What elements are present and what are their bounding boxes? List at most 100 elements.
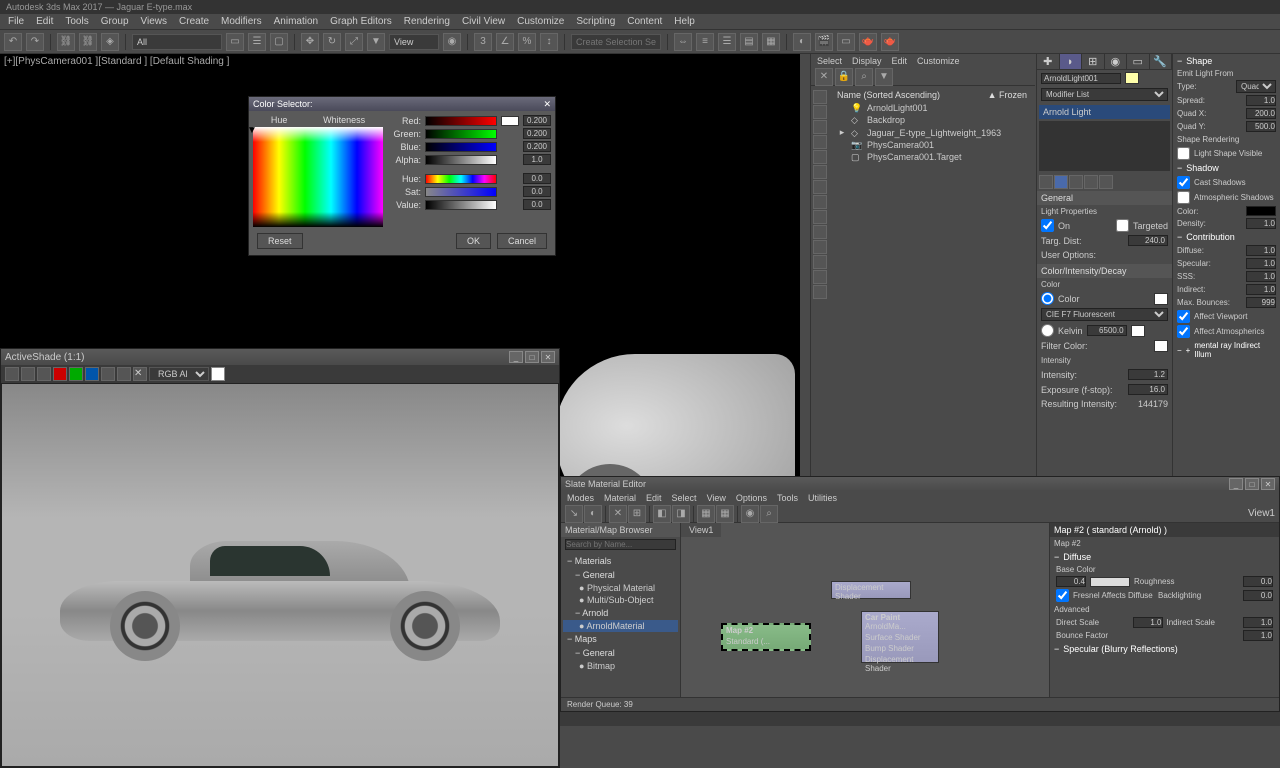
render-frame-icon[interactable]: ▭ <box>837 33 855 51</box>
object-color-swatch[interactable] <box>1125 72 1139 84</box>
materials-cat[interactable]: − Materials <box>563 554 678 568</box>
menu-help[interactable]: Help <box>674 16 695 27</box>
bitmap-item[interactable]: ● Bitmap <box>563 660 678 672</box>
snap-icon[interactable]: 3 <box>474 33 492 51</box>
phys-mat-item[interactable]: ● Physical Material <box>563 582 678 594</box>
assign-icon[interactable]: ◐ <box>584 505 602 523</box>
make-unique-icon[interactable] <box>1069 175 1083 189</box>
col-frozen[interactable]: ▲ Frozen <box>988 90 1027 100</box>
named-selection-input[interactable] <box>571 34 661 50</box>
slate-menu-options[interactable]: Options <box>736 493 767 503</box>
tab-create-icon[interactable]: ✚ <box>1037 54 1060 69</box>
selection-filter[interactable] <box>132 34 222 50</box>
node-map2[interactable]: Map #2Standard (... <box>721 623 811 651</box>
slate-menu-modes[interactable]: Modes <box>567 493 594 503</box>
layout-icon[interactable]: ▦ <box>697 505 715 523</box>
tab-edit[interactable]: Edit <box>892 56 908 66</box>
fresnel-checkbox[interactable] <box>1056 589 1069 602</box>
shape-rollout[interactable]: Shape <box>1173 54 1280 68</box>
place-icon[interactable]: ▼ <box>367 33 385 51</box>
render-view[interactable] <box>1 383 559 767</box>
blue-slider[interactable] <box>425 142 497 152</box>
targeted-checkbox[interactable] <box>1116 219 1129 232</box>
bg-swatch[interactable] <box>211 367 225 381</box>
menu-group[interactable]: Group <box>101 16 129 27</box>
move-icon[interactable]: ✥ <box>301 33 319 51</box>
clear-icon[interactable]: ✕ <box>133 367 147 381</box>
tab-motion-icon[interactable]: ◉ <box>1105 54 1128 69</box>
view-tab[interactable]: View1 <box>681 523 721 537</box>
tab-hierarchy-icon[interactable]: ⊞ <box>1082 54 1105 69</box>
vt-all-icon[interactable] <box>813 255 827 269</box>
modifier-stack[interactable] <box>1039 121 1170 171</box>
remove-icon[interactable] <box>1084 175 1098 189</box>
spread-value[interactable]: 1.0 <box>1246 95 1276 106</box>
show-end-icon[interactable] <box>1054 175 1068 189</box>
targ-dist-value[interactable]: 240.0 <box>1128 235 1168 246</box>
search-input[interactable] <box>565 539 676 550</box>
contribution-rollout[interactable]: Contribution <box>1173 230 1280 244</box>
mirror-icon[interactable]: ⇔ <box>674 33 692 51</box>
region-icon[interactable]: ▢ <box>270 33 288 51</box>
scene-item[interactable]: 💡ArnoldLight001 <box>831 102 1033 114</box>
vt-space-icon[interactable] <box>813 165 827 179</box>
specular-rollout[interactable]: Specular (Blurry Reflections) <box>1050 642 1279 656</box>
percent-snap-icon[interactable]: % <box>518 33 536 51</box>
alpha-value[interactable]: 1.0 <box>523 154 551 165</box>
rgb-green-icon[interactable] <box>69 367 83 381</box>
red-value[interactable]: 0.200 <box>523 115 551 126</box>
preset-combo[interactable]: CIE F7 Fluorescent <box>1041 308 1168 321</box>
maximize-icon[interactable]: □ <box>525 351 539 363</box>
green-slider[interactable] <box>425 129 497 139</box>
scene-item[interactable]: 📷PhysCamera001 <box>831 139 1033 151</box>
refcoord-combo[interactable] <box>389 34 439 50</box>
angle-snap-icon[interactable]: ∠ <box>496 33 514 51</box>
cast-shadows-checkbox[interactable] <box>1177 176 1190 189</box>
clone-icon[interactable] <box>37 367 51 381</box>
pin-icon[interactable]: ✕ <box>815 68 833 86</box>
vt-shapes-icon[interactable] <box>813 105 827 119</box>
menu-create[interactable]: Create <box>179 16 209 27</box>
maxb-value[interactable]: 999 <box>1246 297 1276 308</box>
tab-display[interactable]: Display <box>852 56 882 66</box>
menu-civilview[interactable]: Civil View <box>462 16 505 27</box>
configure-icon[interactable] <box>1099 175 1113 189</box>
minimize-icon[interactable]: _ <box>1229 478 1243 490</box>
sat-slider[interactable] <box>425 187 497 197</box>
select-icon[interactable]: ▭ <box>226 33 244 51</box>
scene-item[interactable]: ▢PhysCamera001.Target <box>831 151 1033 163</box>
ok-button[interactable]: OK <box>456 233 491 249</box>
specular-value[interactable]: 1.0 <box>1246 258 1276 269</box>
menu-rendering[interactable]: Rendering <box>404 16 450 27</box>
rgb-blue-icon[interactable] <box>85 367 99 381</box>
exposure-value[interactable]: 16.0 <box>1128 384 1168 395</box>
close-icon[interactable]: ✕ <box>543 99 551 110</box>
sat-value[interactable]: 0.0 <box>523 186 551 197</box>
filter-color-swatch[interactable] <box>1154 340 1168 352</box>
val-slider[interactable] <box>425 200 497 210</box>
render-setup-icon[interactable]: 🎬 <box>815 33 833 51</box>
scene-item[interactable]: ◇Backdrop <box>831 114 1033 126</box>
channel-combo[interactable]: RGB Alpha <box>149 367 209 381</box>
curve-editor-icon[interactable]: ▤ <box>740 33 758 51</box>
bind-icon[interactable]: ◈ <box>101 33 119 51</box>
sss-value[interactable]: 1.0 <box>1246 271 1276 282</box>
menu-customize[interactable]: Customize <box>517 16 564 27</box>
vt-invert-icon[interactable] <box>813 285 827 299</box>
slate-menu-utilities[interactable]: Utilities <box>808 493 837 503</box>
menu-content[interactable]: Content <box>627 16 662 27</box>
diffuse-value[interactable]: 1.0 <box>1246 245 1276 256</box>
tab-select[interactable]: Select <box>817 56 842 66</box>
align-icon[interactable]: ≡ <box>696 33 714 51</box>
rotate-icon[interactable]: ↻ <box>323 33 341 51</box>
col-name[interactable]: Name (Sorted Ascending) <box>837 90 940 100</box>
maps-cat[interactable]: − Maps <box>563 632 678 646</box>
tab-display-icon[interactable]: ▭ <box>1127 54 1150 69</box>
menu-scripting[interactable]: Scripting <box>576 16 615 27</box>
menu-views[interactable]: Views <box>141 16 168 27</box>
cancel-button[interactable]: Cancel <box>497 233 547 249</box>
render-icon[interactable]: 🫖 <box>859 33 877 51</box>
filter-icon[interactable]: ▼ <box>875 68 893 86</box>
menu-file[interactable]: File <box>8 16 24 27</box>
type-combo[interactable]: Quad <box>1236 80 1276 93</box>
